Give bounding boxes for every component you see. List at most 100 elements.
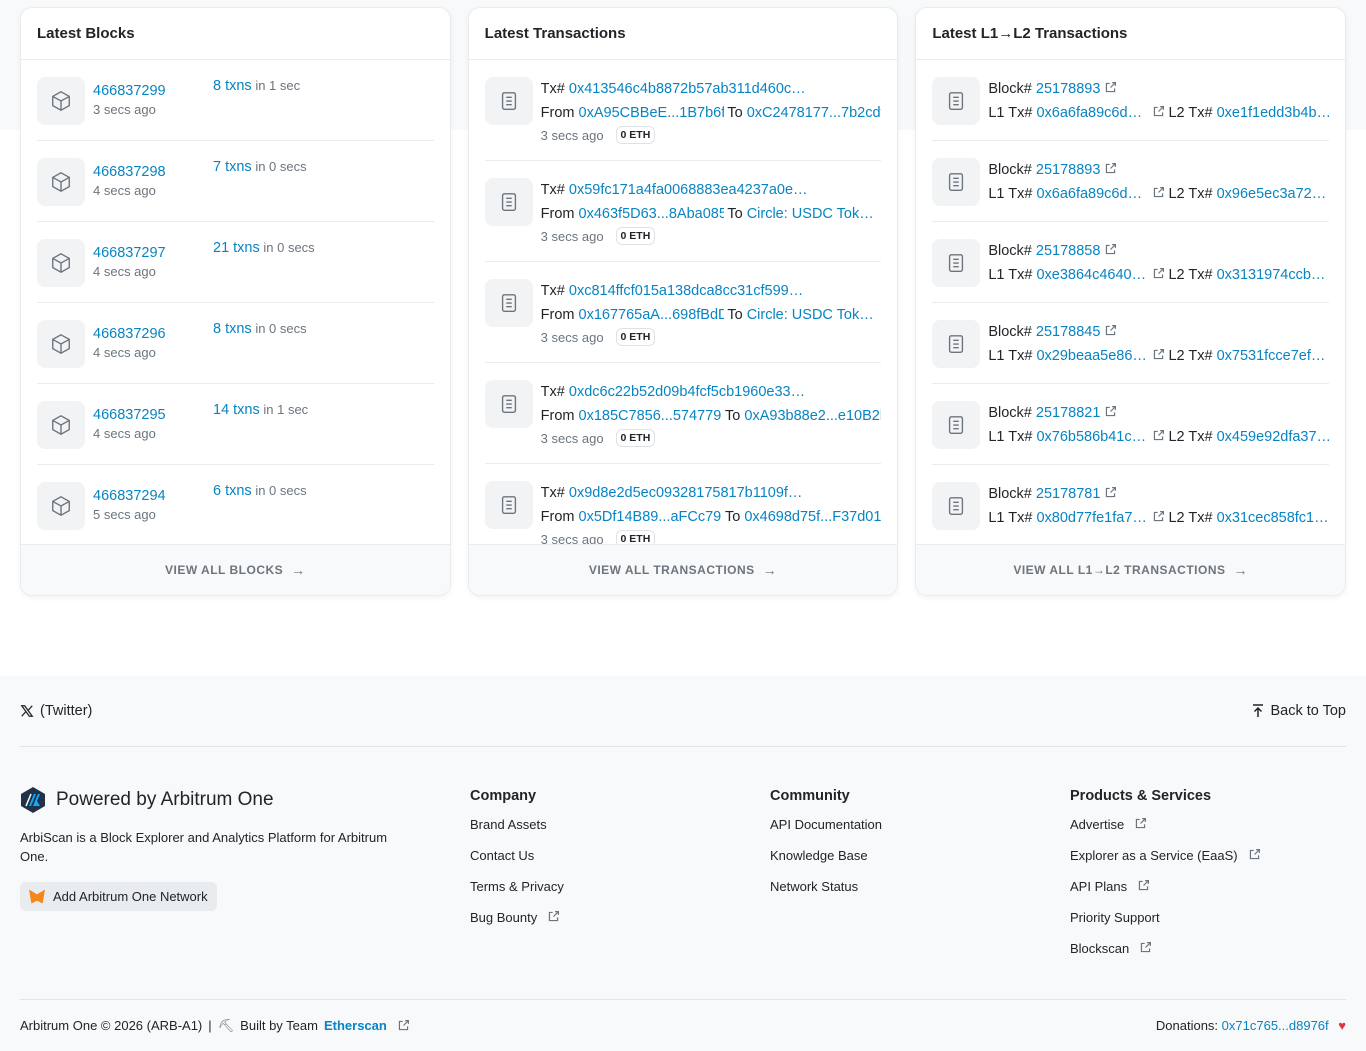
external-link-icon[interactable] (1104, 324, 1117, 337)
external-link-icon[interactable] (1104, 81, 1117, 94)
l1-block-link[interactable]: 25178845 (1036, 324, 1101, 340)
l2-tx-link[interactable]: 0x459e92dfa37… (1217, 425, 1329, 449)
block-txns-link[interactable]: 7 txns (213, 159, 252, 175)
cube-icon (37, 77, 85, 125)
block-txns-link[interactable]: 21 txns (213, 240, 260, 256)
tx-label: Tx# (540, 485, 565, 501)
l1-block-link[interactable]: 25178858 (1036, 243, 1101, 259)
cube-icon (37, 482, 85, 530)
tx-hash-link[interactable]: 0x413546c4b8872b57ab311d460c… (569, 77, 806, 101)
block-txns-link[interactable]: 8 txns (213, 321, 252, 337)
l1-block-link[interactable]: 25178893 (1036, 81, 1101, 97)
l1-tx-link[interactable]: 0x29beaa5e864… (1036, 344, 1148, 368)
to-address-link[interactable]: Circle: USDC Tok… (747, 307, 874, 323)
twitter-link[interactable]: (Twitter) (20, 703, 92, 719)
external-link-icon[interactable] (1104, 486, 1117, 499)
footer-link[interactable]: Blockscan (1070, 941, 1264, 972)
products-heading: Products & Services (1070, 788, 1212, 804)
footer-link[interactable]: Bug Bounty (470, 910, 564, 941)
block-time: in 0 secs (263, 240, 315, 255)
document-icon (484, 481, 533, 529)
add-network-button[interactable]: Add Arbitrum One Network (20, 882, 217, 911)
l1-tx-link[interactable]: 0x6a6fa89c6d1… (1036, 101, 1148, 125)
view-all-l1l2-button[interactable]: VIEW ALL L1→L2 TRANSACTIONS → (916, 544, 1346, 595)
from-address-link[interactable]: 0x185C7856...574779 (579, 404, 722, 428)
brand-description: ArbiScan is a Block Explorer and Analyti… (20, 830, 388, 864)
l1-block-link[interactable]: 25178893 (1036, 162, 1101, 178)
to-address-link[interactable]: 0x4698d75f...F37d011 (744, 509, 881, 525)
block-number-link[interactable]: 466837295 (93, 405, 213, 425)
tx-hash-link[interactable]: 0x9d8e2d5ec09328175817b1109f… (569, 481, 803, 505)
external-link-icon[interactable] (1152, 267, 1165, 280)
arbitrum-logo-icon (21, 787, 45, 813)
from-address-link[interactable]: 0xA95CBBeE...1B7b6f (579, 101, 724, 125)
block-number-link[interactable]: 466837297 (93, 243, 213, 263)
block-txns-link[interactable]: 8 txns (213, 78, 252, 94)
footer-link[interactable]: Terms & Privacy (470, 879, 564, 910)
l2-tx-link[interactable]: 0xe1f1edd3b4b… (1217, 101, 1329, 125)
view-all-transactions-button[interactable]: VIEW ALL TRANSACTIONS → (468, 544, 898, 595)
to-label: To (725, 408, 741, 424)
l1-tx-link[interactable]: 0xe3864c4640c… (1036, 263, 1148, 287)
tx-age: 3 secs ago (540, 329, 604, 345)
tx-label: Tx# (540, 182, 565, 198)
document-icon (484, 279, 533, 327)
tx-hash-link[interactable]: 0xdc6c22b52d09b4fcf5cb1960e33… (569, 380, 805, 404)
tx-hash-link[interactable]: 0xc814ffcf015a138dca8cc31cf599… (569, 279, 803, 303)
block-number-link[interactable]: 466837294 (93, 486, 213, 506)
block-txns-link[interactable]: 6 txns (213, 483, 252, 499)
to-address-link[interactable]: Circle: USDC Tok… (747, 206, 874, 222)
block-number-link[interactable]: 466837296 (93, 324, 213, 344)
to-address-link[interactable]: 0xC2478177...7b2cdf3 (747, 105, 882, 121)
footer-company-column: Company Brand Assets Contact Us Terms & … (470, 788, 564, 941)
external-link-icon (549, 911, 560, 922)
block-number-link[interactable]: 466837299 (93, 81, 213, 101)
l2-tx-link[interactable]: 0x7531fcce7efd… (1217, 344, 1329, 368)
footer-link[interactable]: Brand Assets (470, 817, 564, 848)
footer-link[interactable]: API Plans (1070, 879, 1264, 910)
latest-l1l2-card: Latest L1→L2 Transactions Block# 2517889… (915, 7, 1347, 596)
from-address-link[interactable]: 0x463f5D63...8Aba08578 (579, 202, 724, 226)
footer-link[interactable]: API Documentation (770, 817, 882, 848)
external-link-icon[interactable] (1152, 510, 1165, 523)
etherscan-link[interactable]: Etherscan (324, 1018, 387, 1033)
external-link-icon[interactable] (1152, 348, 1165, 361)
from-address-link[interactable]: 0x5Df14B89...aFCc79 (579, 505, 722, 529)
l1-block-link[interactable]: 25178821 (1036, 405, 1101, 421)
arrow-right-icon: → (291, 562, 306, 578)
block-label: Block# (988, 405, 1032, 421)
block-txns-link[interactable]: 14 txns (213, 402, 260, 418)
block-number-link[interactable]: 466837298 (93, 162, 213, 182)
l2-tx-link[interactable]: 0x31cec858fc13… (1217, 506, 1329, 530)
l1-block-link[interactable]: 25178781 (1036, 486, 1101, 502)
donations-address-link[interactable]: 0x71c765...d8976f (1222, 1018, 1329, 1033)
external-link-icon[interactable] (1104, 405, 1117, 418)
footer-link[interactable]: Priority Support (1070, 910, 1264, 941)
external-link-icon[interactable] (1152, 186, 1165, 199)
external-link-icon[interactable] (1104, 243, 1117, 256)
tx-hash-link[interactable]: 0x59fc171a4fa0068883ea4237a0e… (569, 178, 808, 202)
external-link-icon (398, 1020, 409, 1031)
external-link-icon[interactable] (1104, 162, 1117, 175)
footer-link[interactable]: Contact Us (470, 848, 564, 879)
external-link-icon[interactable] (1152, 429, 1165, 442)
x-logo-icon (20, 705, 34, 717)
footer-link[interactable]: Network Status (770, 879, 882, 910)
back-to-top-button[interactable]: Back to Top (1252, 703, 1346, 719)
l1-tx-link[interactable]: 0x76b586b41cc… (1036, 425, 1148, 449)
tx-value-badge: 0 ETH (615, 530, 656, 544)
to-address-link[interactable]: 0xA93b88e2...e10B2b (744, 408, 881, 424)
document-icon (484, 178, 533, 226)
footer-link[interactable]: Knowledge Base (770, 848, 882, 879)
from-address-link[interactable]: 0x167765aA...698fBdD71 (579, 303, 724, 327)
l1-tx-link[interactable]: 0x80d77fe1fa7… (1036, 506, 1148, 530)
view-all-blocks-button[interactable]: VIEW ALL BLOCKS → (21, 544, 450, 595)
block-row: 466837299 3 secs ago 8 txns in 1 sec (37, 60, 434, 141)
l2-tx-link[interactable]: 0x3131974ccb5… (1217, 263, 1329, 287)
l1-tx-link[interactable]: 0x6a6fa89c6d1… (1036, 182, 1148, 206)
footer-link[interactable]: Explorer as a Service (EaaS) (1070, 848, 1264, 879)
l2-tx-link[interactable]: 0x96e5ec3a729… (1217, 182, 1329, 206)
l1l2-row: Block# 25178893 L1 Tx# 0x6a6fa89c6d1… L2 … (932, 60, 1330, 141)
footer-link[interactable]: Advertise (1070, 817, 1264, 848)
external-link-icon[interactable] (1152, 105, 1165, 118)
